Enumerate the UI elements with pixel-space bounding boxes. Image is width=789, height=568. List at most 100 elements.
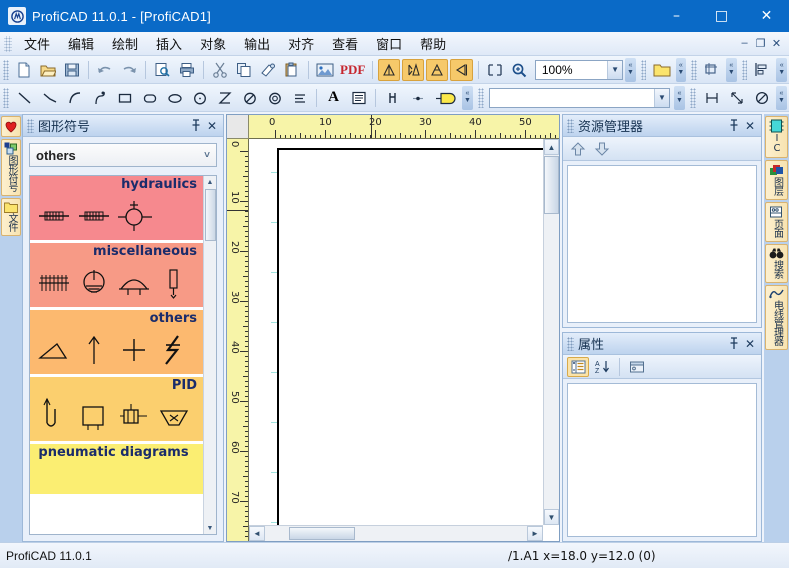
canvas-scroll-left[interactable]: ◄ bbox=[249, 526, 265, 541]
toolbar-grip-3[interactable] bbox=[691, 59, 697, 80]
other-sym-3[interactable] bbox=[114, 329, 154, 371]
other-sym-1[interactable] bbox=[34, 329, 74, 371]
misc-sym-3[interactable] bbox=[114, 262, 154, 304]
symbol-group-hydraulics[interactable]: hydraulics bbox=[30, 176, 203, 240]
misc-sym-2[interactable] bbox=[74, 262, 114, 304]
print-preview-icon[interactable] bbox=[151, 59, 173, 81]
menu-file[interactable]: 文件 bbox=[15, 32, 59, 55]
properties-panel-close-icon[interactable]: ✕ bbox=[745, 337, 755, 351]
zoom-in-icon[interactable] bbox=[508, 59, 530, 81]
terminal-icon[interactable] bbox=[381, 87, 404, 109]
misc-sym-4[interactable] bbox=[154, 262, 194, 304]
properties-panel-content[interactable] bbox=[567, 383, 757, 537]
sort-alpha-icon[interactable]: AZ bbox=[591, 357, 613, 377]
draw-toolbar-grip[interactable] bbox=[3, 87, 9, 108]
resource-panel-close-icon[interactable]: ✕ bbox=[745, 119, 755, 133]
undo-icon[interactable] bbox=[94, 59, 116, 81]
print-icon[interactable] bbox=[176, 59, 198, 81]
measure-arrow-icon[interactable] bbox=[725, 87, 748, 109]
text-block-icon[interactable] bbox=[347, 87, 370, 109]
move-down-icon[interactable] bbox=[591, 139, 613, 159]
text-icon[interactable]: A bbox=[322, 87, 345, 109]
polyline-icon[interactable] bbox=[38, 87, 61, 109]
hyd-sym-2[interactable] bbox=[74, 195, 114, 237]
flip-vertical-icon[interactable] bbox=[402, 58, 425, 81]
font-combo[interactable]: ▼ bbox=[489, 87, 670, 108]
menu-help[interactable]: 帮助 bbox=[411, 32, 455, 55]
toolbar-overflow-2[interactable]: «▼ bbox=[675, 57, 687, 82]
menu-insert[interactable]: 插入 bbox=[147, 32, 191, 55]
files-tab[interactable]: 文件 bbox=[1, 198, 21, 236]
open-library-icon[interactable] bbox=[650, 59, 672, 81]
measure-toolbar-grip[interactable] bbox=[690, 87, 696, 108]
toolbar-grip-2[interactable] bbox=[640, 59, 647, 80]
symbol-library-select[interactable]: others ˅ bbox=[29, 143, 217, 167]
rotate-right-icon[interactable] bbox=[426, 58, 449, 81]
draw-toolbar-overflow[interactable]: «▼ bbox=[462, 85, 473, 110]
toolbar-overflow-1[interactable]: «▼ bbox=[625, 57, 636, 82]
menu-align[interactable]: 对齐 bbox=[279, 32, 323, 55]
line-icon[interactable] bbox=[13, 87, 36, 109]
pid-sym-4[interactable] bbox=[154, 396, 194, 438]
diameter-icon[interactable] bbox=[750, 87, 773, 109]
dimension-icon[interactable] bbox=[700, 87, 723, 109]
menu-view[interactable]: 查看 bbox=[323, 32, 367, 55]
pid-sym-1[interactable] bbox=[34, 396, 74, 438]
save-icon[interactable] bbox=[61, 59, 83, 81]
redo-icon[interactable] bbox=[118, 59, 140, 81]
menu-draw[interactable]: 绘制 bbox=[103, 32, 147, 55]
hyd-sym-3[interactable] bbox=[114, 195, 154, 237]
export-pdf-icon[interactable]: PDF bbox=[338, 59, 367, 81]
mdi-minimize-button[interactable]: – bbox=[738, 37, 751, 50]
mdi-close-button[interactable]: ✕ bbox=[770, 37, 783, 50]
align-icon[interactable] bbox=[751, 59, 773, 81]
symbols-panel-grip[interactable] bbox=[27, 118, 34, 133]
hyd-sym-1[interactable] bbox=[34, 195, 74, 237]
pid-sym-3[interactable] bbox=[114, 396, 154, 438]
toolbar-grip-4[interactable] bbox=[741, 59, 748, 80]
wire-manager-tab[interactable]: 电线管理器 bbox=[765, 285, 788, 350]
canvas-scroll-down[interactable]: ▼ bbox=[544, 509, 559, 525]
symbol-scroll-up[interactable]: ▲ bbox=[204, 176, 216, 188]
canvas-scroll-up[interactable]: ▲ bbox=[544, 139, 559, 155]
crop-icon[interactable] bbox=[701, 59, 723, 81]
maximize-button[interactable]: □ bbox=[699, 0, 744, 32]
insert-image-icon[interactable] bbox=[314, 59, 336, 81]
properties-panel-pin-icon[interactable] bbox=[729, 336, 739, 351]
rounded-rectangle-icon[interactable] bbox=[138, 87, 161, 109]
font-combo-arrow[interactable]: ▼ bbox=[654, 88, 669, 107]
toolbar-overflow-3[interactable]: «▼ bbox=[726, 57, 737, 82]
menu-window[interactable]: 窗口 bbox=[367, 32, 411, 55]
toolbar-grip[interactable] bbox=[3, 59, 9, 80]
open-folder-icon[interactable] bbox=[37, 59, 59, 81]
menu-output[interactable]: 输出 bbox=[235, 32, 279, 55]
copy-icon[interactable] bbox=[233, 59, 255, 81]
zoom-dropdown-arrow[interactable]: ▼ bbox=[607, 60, 623, 79]
font-toolbar-overflow[interactable]: «▼ bbox=[674, 85, 685, 110]
zoom-level-combo[interactable]: 100% ▼ bbox=[534, 59, 624, 80]
lines-icon[interactable] bbox=[288, 87, 311, 109]
layers-tab[interactable]: 图层 bbox=[765, 160, 788, 200]
slashed-circle-icon[interactable] bbox=[238, 87, 261, 109]
other-sym-2[interactable] bbox=[74, 329, 114, 371]
misc-sym-1[interactable] bbox=[34, 262, 74, 304]
document-page[interactable] bbox=[277, 148, 559, 538]
symbols-panel-close-icon[interactable]: ✕ bbox=[207, 119, 217, 133]
pid-sym-2[interactable] bbox=[74, 396, 114, 438]
rotate-left-icon[interactable] bbox=[378, 58, 401, 81]
canvas[interactable] bbox=[249, 139, 559, 541]
paste-icon[interactable] bbox=[281, 59, 303, 81]
symbol-scroll-thumb[interactable] bbox=[205, 189, 216, 241]
new-document-icon[interactable] bbox=[13, 59, 35, 81]
close-button[interactable]: ✕ bbox=[744, 0, 789, 32]
canvas-horizontal-scrollbar[interactable]: ◄ ► bbox=[249, 525, 543, 541]
measure-toolbar-overflow[interactable]: «▼ bbox=[776, 85, 787, 110]
menu-object[interactable]: 对象 bbox=[191, 32, 235, 55]
symbol-scroll-down[interactable]: ▼ bbox=[204, 522, 216, 534]
rectangle-icon[interactable] bbox=[113, 87, 136, 109]
resource-panel-grip[interactable] bbox=[567, 118, 574, 133]
symbol-group-others[interactable]: others bbox=[30, 310, 203, 374]
point-icon[interactable] bbox=[406, 87, 429, 109]
chevron-down-icon[interactable]: ˅ bbox=[204, 150, 216, 161]
font-combo-grip[interactable] bbox=[478, 87, 484, 108]
